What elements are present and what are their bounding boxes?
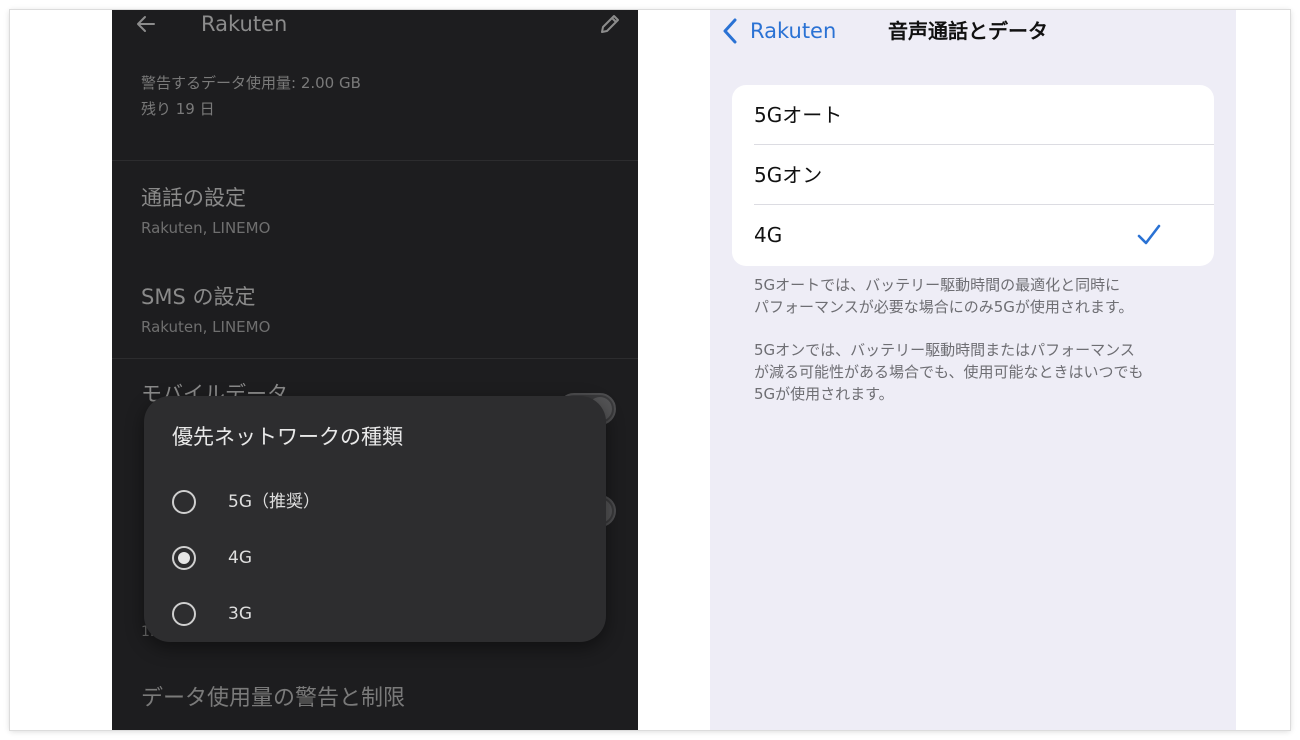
page-title: 音声通話とデータ xyxy=(888,19,1048,43)
option-4g[interactable]: 4G xyxy=(732,205,1214,265)
option-label: 5Gオート xyxy=(754,103,843,127)
pencil-icon[interactable] xyxy=(598,12,622,36)
sms-settings-subtitle: Rakuten, LINEMO xyxy=(141,318,271,336)
note-5g-auto-line2: パフォーマンスが必要な場合にのみ5Gが使用されます。 xyxy=(754,298,1134,316)
option-label: 5Gオン xyxy=(754,163,823,187)
network-options-list: 5Gオート 5Gオン 4G xyxy=(732,85,1214,266)
divider xyxy=(112,358,638,359)
days-remaining-text: 残り 19 日 xyxy=(141,100,215,118)
option-label: 4G xyxy=(754,223,783,247)
note-5g-on-line2: が減る可能性がある場合でも、使用可能なときはいつでも xyxy=(754,363,1144,381)
preferred-network-dialog: 優先ネットワークの種類 5G（推奨） 4G 3G xyxy=(144,396,606,642)
option-label: 5G（推奨） xyxy=(228,492,320,512)
network-option-4g[interactable]: 4G xyxy=(172,538,592,578)
note-5g-on-line3: 5Gが使用されます。 xyxy=(754,385,894,403)
divider xyxy=(112,160,638,161)
ios-settings-panel: Rakuten 音声通話とデータ 5Gオート 5Gオン 4G 5Gオートでは、バ… xyxy=(710,10,1236,730)
radio-button-selected[interactable] xyxy=(172,546,196,570)
note-5g-on-line1: 5Gオンでは、バッテリー駆動時間またはパフォーマンス xyxy=(754,341,1135,359)
radio-button[interactable] xyxy=(172,602,196,626)
screenshot-frame: Rakuten 警告するデータ使用量: 2.00 GB 残り 19 日 通話の設… xyxy=(10,10,1290,730)
chevron-left-icon[interactable] xyxy=(722,18,738,44)
android-settings-panel: Rakuten 警告するデータ使用量: 2.00 GB 残り 19 日 通話の設… xyxy=(112,10,638,730)
back-label[interactable]: Rakuten xyxy=(750,16,836,46)
data-warning-text: 警告するデータ使用量: 2.00 GB xyxy=(141,74,361,92)
android-page-title: Rakuten xyxy=(201,12,288,36)
call-settings-title: 通話の設定 xyxy=(141,186,246,210)
sms-settings-title: SMS の設定 xyxy=(141,285,256,309)
back-arrow-icon[interactable] xyxy=(134,12,158,36)
checkmark-icon xyxy=(1137,224,1161,245)
data-warning-limit-item[interactable]: データ使用量の警告と制限 xyxy=(141,684,405,714)
network-option-5g[interactable]: 5G（推奨） xyxy=(172,482,592,522)
option-5g-on[interactable]: 5Gオン xyxy=(732,145,1214,205)
call-settings-subtitle: Rakuten, LINEMO xyxy=(141,219,271,237)
option-label: 3G xyxy=(228,604,252,624)
radio-button[interactable] xyxy=(172,490,196,514)
dialog-title: 優先ネットワークの種類 xyxy=(172,425,403,449)
android-app-bar: Rakuten xyxy=(112,10,638,58)
ios-nav-bar: Rakuten 音声通話とデータ xyxy=(710,10,1236,60)
option-label: 4G xyxy=(228,548,252,568)
network-option-3g[interactable]: 3G xyxy=(172,594,592,634)
note-5g-auto-line1: 5Gオートでは、バッテリー駆動時間の最適化と同時に xyxy=(754,276,1121,294)
option-5g-auto[interactable]: 5Gオート xyxy=(732,85,1214,145)
